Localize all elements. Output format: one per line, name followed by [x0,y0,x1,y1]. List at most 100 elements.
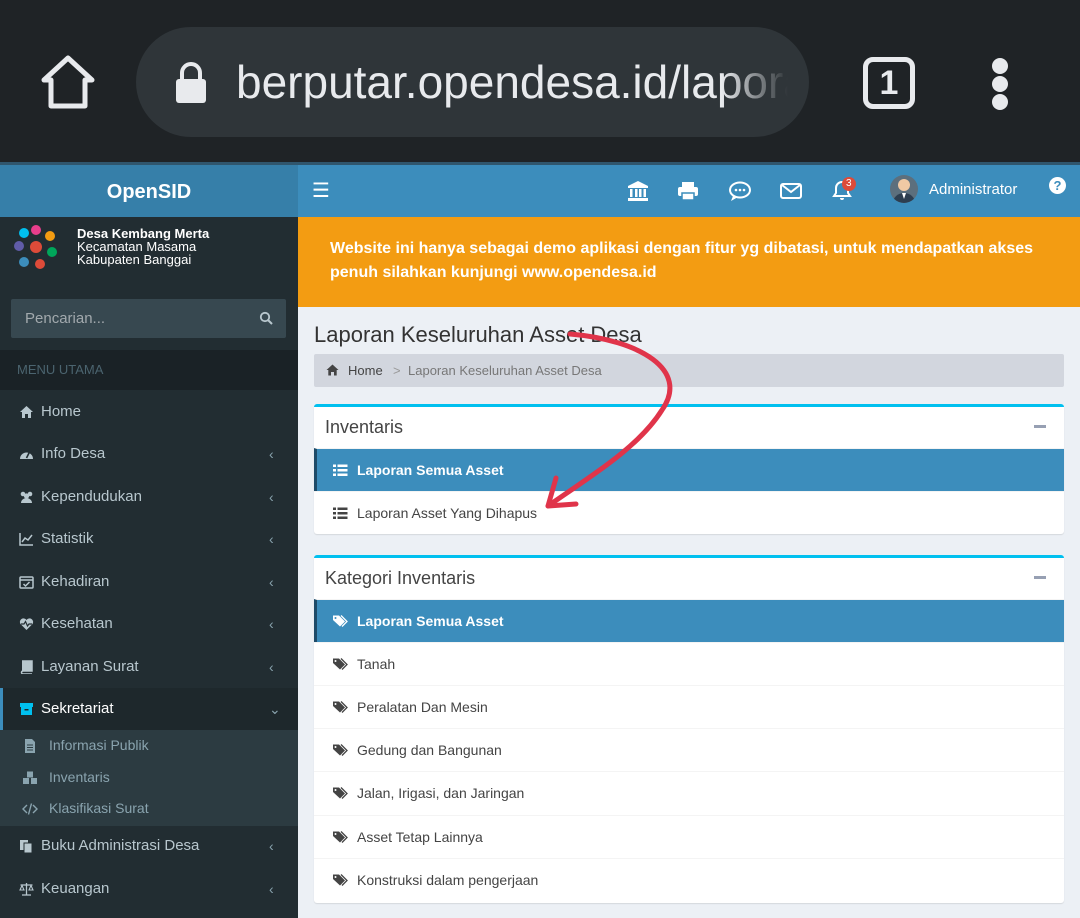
sidebar-item-label: Buku Administrasi Desa [41,837,200,854]
tags-icon [333,787,348,799]
chevron-left-icon: ‹ [269,574,274,590]
tags-icon [333,744,348,756]
top-navbar: ☰ 3 Administrator ? [298,162,1080,217]
chevron-left-icon: ‹ [269,881,274,897]
envelope-icon[interactable] [779,179,803,203]
more-options-icon[interactable] [992,58,1010,110]
box-title: Inventaris [325,417,404,437]
book-icon [20,660,33,674]
page-title: Laporan Keseluruhan Asset Desa [314,322,642,347]
collapse-icon[interactable] [1034,425,1046,428]
file-icon [25,739,35,753]
line-chart-icon [19,533,33,546]
browser-toolbar: berputar.opendesa.id/laporan 1 [0,0,1080,162]
user-name[interactable]: Administrator [929,181,1017,198]
users-icon [20,491,33,503]
comments-icon[interactable] [728,179,752,203]
sidebar-item-label: Kehadiran [41,573,110,590]
tags-icon [333,831,348,843]
chevron-left-icon: ‹ [269,616,274,632]
lock-icon [176,62,206,103]
sidebar-toggle-icon[interactable]: ☰ [312,178,330,203]
tags-icon [333,874,348,886]
sidebar-item-layanan-surat[interactable]: Layanan Surat ‹ [0,646,298,688]
sidebar-item-label: Home [41,403,82,420]
tab-switcher-button[interactable]: 1 [863,57,915,109]
list-item-konstruksi-dalam-pengerjaan[interactable]: Konstruksi dalam pengerjaan [314,858,1064,901]
home-icon[interactable] [38,52,98,112]
bank-icon[interactable] [626,179,650,203]
list-item-laporan-asset-dihapus[interactable]: Laporan Asset Yang Dihapus [314,491,1064,534]
sidebar-search [11,299,286,338]
app-logo[interactable]: OpenSID [0,162,298,217]
tags-icon [333,701,348,713]
list-item-label: Asset Tetap Lainnya [357,829,483,845]
list-item-label: Peralatan Dan Mesin [357,699,488,715]
address-bar[interactable]: berputar.opendesa.id/laporan [136,27,809,137]
list-item-peralatan-dan-mesin[interactable]: Peralatan Dan Mesin [314,685,1064,728]
search-icon[interactable] [259,311,273,325]
inventaris-box: Inventaris Laporan Semua Asset Laporan A… [314,404,1064,534]
sidebar-item-keuangan[interactable]: Keuangan ‹ [0,868,298,910]
sidebar-item-kesehatan[interactable]: Kesehatan ‹ [0,603,298,645]
sidebar-item-info-desa[interactable]: Info Desa ‹ [0,433,298,475]
sidebar-item-buku-administrasi[interactable]: Buku Administrasi Desa ‹ [0,825,298,867]
list-item-label: Jalan, Irigasi, dan Jaringan [357,785,525,801]
sidebar-item-label: Sekretariat [41,700,114,717]
sidebar-item-kehadiran[interactable]: Kehadiran ‹ [0,561,298,603]
sekretariat-submenu: Informasi Publik Inventaris Klasifikasi … [0,730,298,826]
submenu-item-klasifikasi-surat[interactable]: Klasifikasi Surat [0,793,298,824]
sidebar-item-label: Statistik [41,530,94,547]
copy-icon [20,840,33,853]
code-icon [22,803,38,815]
sidebar-item-label: Kesehatan [41,615,113,632]
list-item-kategori-semua-asset[interactable]: Laporan Semua Asset [314,599,1064,642]
sidebar: Desa Kembang Merta Kecamatan Masama Kabu… [0,217,298,918]
chevron-left-icon: ‹ [269,531,274,547]
list-item-laporan-semua-asset[interactable]: Laporan Semua Asset [314,448,1064,491]
collapse-icon[interactable] [1034,576,1046,579]
chevron-left-icon: ‹ [269,489,274,505]
list-item-label: Tanah [357,656,396,672]
kategori-inventaris-box: Kategori Inventaris Laporan Semua Asset … [314,555,1064,903]
tags-icon [333,658,348,670]
submenu-item-label: Klasifikasi Surat [49,800,149,816]
search-input[interactable] [11,299,251,338]
print-icon[interactable] [676,179,700,203]
submenu-item-label: Inventaris [49,769,110,785]
heartbeat-icon [19,618,34,630]
cubes-icon [23,771,37,784]
desa-panel: Desa Kembang Merta Kecamatan Masama Kabu… [0,217,298,297]
list-item-gedung-dan-bangunan[interactable]: Gedung dan Bangunan [314,728,1064,771]
list-item-label: Konstruksi dalam pengerjaan [357,872,539,888]
home-icon [326,364,339,376]
breadcrumb-current: Laporan Keseluruhan Asset Desa [408,363,602,378]
list-item-jalan-irigasi-jaringan[interactable]: Jalan, Irigasi, dan Jaringan [314,771,1064,814]
list-icon [333,464,348,476]
demo-warning-callout: Website ini hanya sebagai demo aplikasi … [298,217,1080,307]
submenu-item-inventaris[interactable]: Inventaris [0,762,298,793]
list-item-asset-tetap-lainnya[interactable]: Asset Tetap Lainnya [314,815,1064,858]
sidebar-item-home[interactable]: Home [0,391,298,433]
chevron-left-icon: ‹ [269,659,274,675]
dashboard-icon [20,451,33,459]
list-icon [333,507,348,519]
sidebar-item-statistik[interactable]: Statistik ‹ [0,518,298,560]
chevron-left-icon: ‹ [269,838,274,854]
home-icon [20,406,33,418]
box-title: Kategori Inventaris [325,568,476,588]
balance-scale-icon [19,883,34,896]
notification-badge: 3 [842,177,856,191]
sidebar-item-kependudukan[interactable]: Kependudukan ‹ [0,476,298,518]
submenu-item-informasi-publik[interactable]: Informasi Publik [0,730,298,761]
help-icon[interactable]: ? [1049,177,1066,194]
breadcrumb-home-link[interactable]: Home [348,354,383,387]
url-text: berputar.opendesa.id/laporan [236,56,788,108]
list-item-tanah[interactable]: Tanah [314,642,1064,685]
chevron-down-icon: ⌄ [269,701,281,717]
calendar-check-icon [19,576,34,589]
sidebar-item-sekretariat[interactable]: Sekretariat ⌄ [0,688,298,730]
chevron-left-icon: ‹ [269,446,274,462]
submenu-item-label: Informasi Publik [49,737,149,753]
avatar[interactable] [890,175,918,203]
